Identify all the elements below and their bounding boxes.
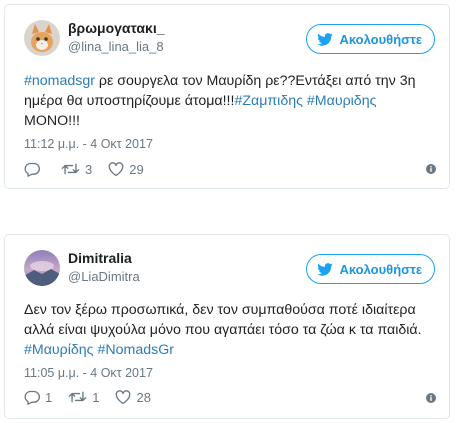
tweet-text-segment: Δεν τον ξέρω προσωπικά, δεν τον συμπαθού…: [24, 302, 422, 338]
like-button[interactable]: 29: [108, 161, 144, 177]
follow-label: Ακολουθήστε: [339, 261, 422, 277]
hashtag-link[interactable]: #NomadsGr: [97, 342, 173, 358]
info-icon[interactable]: [426, 393, 436, 403]
landscape-photo-avatar: [24, 250, 60, 286]
tweet-text: Δεν τον ξέρω προσωπικά, δεν τον συμπαθού…: [24, 300, 432, 360]
heart-icon: [116, 389, 131, 404]
like-count: 29: [129, 161, 144, 177]
hashtag-link[interactable]: #Μαυρίδης: [24, 342, 94, 358]
like-button[interactable]: 28: [115, 389, 151, 405]
tweet-card[interactable]: Dimitralia @LiaDimitra Ακολουθήστε Δεν τ…: [4, 234, 450, 419]
reply-icon: [24, 390, 40, 405]
retweet-button[interactable]: 3: [61, 162, 92, 177]
avatar[interactable]: [24, 250, 60, 286]
user-handle[interactable]: @lina_lina_lia_8: [68, 39, 164, 54]
reply-count: 1: [45, 389, 53, 405]
twitter-bird-icon: [317, 262, 334, 276]
tweet-card[interactable]: βρωμογατακι_ @lina_lina_lia_8 Ακολουθήστ…: [4, 4, 450, 189]
tweet-text: #nomadsgr ρε σουργελα τον Μαυρίδη ρε??Εν…: [24, 71, 432, 131]
reply-icon: [24, 162, 40, 177]
follow-button[interactable]: Ακολουθήστε: [306, 254, 435, 284]
twitter-bird-icon: [317, 32, 334, 46]
tweet-actions: 3 29: [24, 160, 435, 178]
reply-button[interactable]: [24, 162, 45, 177]
avatar[interactable]: [24, 20, 60, 56]
user-handle[interactable]: @LiaDimitra: [68, 269, 140, 284]
timestamp[interactable]: 11:12 μ.μ. - 4 Οκτ 2017: [24, 137, 153, 151]
timestamp[interactable]: 11:05 μ.μ. - 4 Οκτ 2017: [24, 366, 153, 380]
hashtag-link[interactable]: #nomadsgr: [24, 73, 95, 89]
display-name[interactable]: βρωμογατακι_: [68, 20, 165, 36]
retweet-count: 3: [85, 161, 93, 177]
hashtag-link[interactable]: #Μαυριδης: [307, 93, 377, 109]
follow-label: Ακολουθήστε: [339, 31, 422, 47]
retweet-count: 1: [92, 389, 100, 405]
reply-button[interactable]: 1: [24, 390, 52, 405]
retweet-button[interactable]: 1: [68, 390, 99, 405]
follow-button[interactable]: Ακολουθήστε: [306, 24, 435, 54]
like-count: 28: [136, 389, 151, 405]
display-name[interactable]: Dimitralia: [68, 250, 132, 266]
tweet-actions: 1 1 28: [24, 388, 435, 406]
tweet-text-segment: ΜΟΝΟ!!!: [24, 113, 80, 129]
retweet-icon: [61, 163, 80, 175]
cat-photo-avatar: [24, 20, 60, 56]
retweet-icon: [68, 391, 87, 403]
hashtag-link[interactable]: #Ζαμπιδης: [234, 93, 303, 109]
heart-icon: [108, 161, 124, 176]
info-icon[interactable]: [426, 164, 436, 174]
